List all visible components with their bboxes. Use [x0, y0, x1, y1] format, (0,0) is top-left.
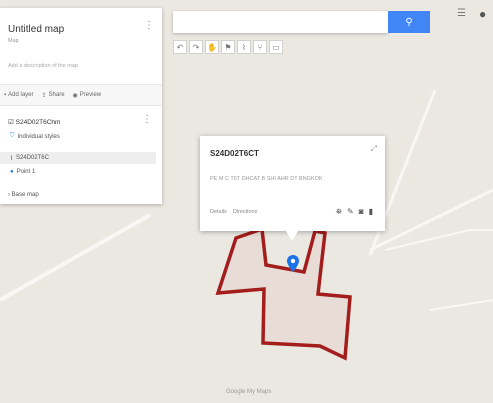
- popup-address: PE M C T6T DHCAT B SHI AHR DT BNGKOK: [210, 176, 323, 182]
- point-label: Point 1: [16, 169, 36, 175]
- hand-icon[interactable]: ✋: [205, 40, 219, 54]
- share-label: Share: [48, 92, 65, 98]
- map-marker-icon[interactable]: [287, 255, 299, 273]
- map-options-icon[interactable]: ⋮: [144, 21, 154, 31]
- preview-button[interactable]: ◉ Preview: [73, 92, 102, 99]
- chevron-right-icon: ›: [8, 192, 10, 198]
- details-link[interactable]: Details: [210, 209, 227, 215]
- layer-style-label: Individual styles: [17, 133, 60, 140]
- popup-close-icon[interactable]: ⤢: [371, 144, 377, 154]
- popup-title: S24D02T6CT: [210, 149, 259, 158]
- redo-icon[interactable]: ↷: [189, 40, 203, 54]
- layer-feature-item-selected[interactable]: ⌇ S24D02T6C: [0, 152, 156, 164]
- paint-icon[interactable]: ⛯: [336, 207, 342, 217]
- basemap-toggle[interactable]: › Base map: [8, 192, 39, 198]
- basemap-label: Base map: [11, 192, 39, 198]
- layer-feature-item[interactable]: ● Point 1: [10, 169, 35, 175]
- preview-label: Preview: [79, 92, 102, 98]
- layer-checkbox-icon[interactable]: ☑: [8, 119, 14, 126]
- style-icon: ⛉: [10, 133, 15, 139]
- add-layer-icon: ▪: [4, 92, 7, 98]
- layer-style-item[interactable]: ⛉ Individual styles: [10, 133, 60, 140]
- share-button[interactable]: ⇪ Share: [42, 92, 65, 99]
- share-icon: ⇪: [41, 92, 47, 99]
- delete-icon[interactable]: ▮: [369, 207, 373, 217]
- feature-label: S24D02T6C: [15, 155, 49, 161]
- undo-icon[interactable]: ↶: [173, 40, 187, 54]
- edit-icon[interactable]: ✎: [347, 207, 354, 217]
- popup-footer: Details Directions: [210, 209, 257, 215]
- search-button[interactable]: ⚲: [388, 11, 430, 33]
- feature-info-popup: S24D02T6CT ⤢ PE M C T6T DHCAT B SHI AHR …: [200, 136, 385, 231]
- ruler-icon[interactable]: ▭: [269, 40, 283, 54]
- pin-icon: ●: [10, 169, 14, 175]
- line-icon: ⌇: [10, 155, 13, 162]
- popup-pointer: [286, 231, 298, 241]
- map-title[interactable]: Untitled map: [8, 24, 64, 35]
- layer-header[interactable]: ☑ S24D02T6Chm: [8, 118, 60, 126]
- draw-line-icon[interactable]: ⌇: [237, 40, 251, 54]
- account-icon[interactable]: ●: [479, 7, 486, 21]
- directions-icon[interactable]: ⑂: [253, 40, 267, 54]
- map-attribution: Google My Maps: [226, 389, 272, 395]
- search-icon: ⚲: [405, 16, 413, 28]
- search-input[interactable]: [173, 11, 388, 33]
- add-layer-button[interactable]: ▪ Add layer: [4, 92, 34, 98]
- panel-actions: ▪ Add layer ⇪ Share ◉ Preview: [0, 84, 162, 106]
- map-subtitle: Map: [8, 38, 19, 44]
- directions-link[interactable]: Directions: [233, 209, 257, 215]
- preview-icon: ◉: [72, 92, 78, 99]
- layers-panel: Untitled map Map Add a description of th…: [0, 8, 162, 204]
- map-description[interactable]: Add a description of the map: [8, 63, 78, 69]
- drawn-polygon[interactable]: [215, 226, 352, 361]
- camera-icon[interactable]: ◙: [359, 207, 364, 217]
- add-layer-label: Add layer: [8, 92, 34, 98]
- marker-icon[interactable]: ⚑: [221, 40, 235, 54]
- popup-actions: ⛯ ✎ ◙ ▮: [336, 207, 373, 217]
- layer-name: S24D02T6Chm: [15, 119, 61, 126]
- layer-options-icon[interactable]: ⋮: [142, 115, 152, 125]
- apps-icon[interactable]: ☰: [457, 8, 466, 19]
- map-toolbar: ↶ ↷ ✋ ⚑ ⌇ ⑂ ▭: [173, 40, 283, 56]
